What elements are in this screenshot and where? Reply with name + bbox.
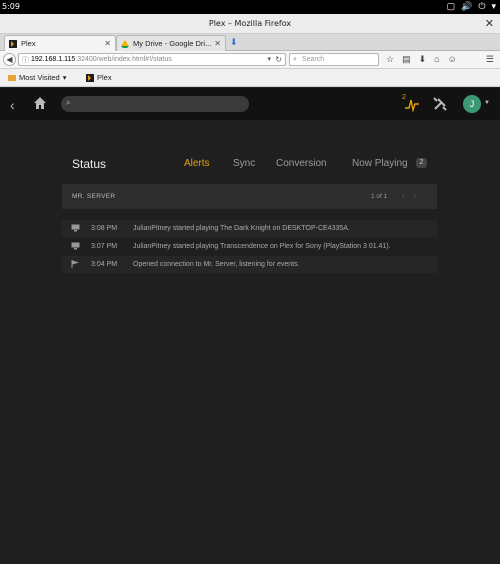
window-close-icon[interactable]: ✕ xyxy=(485,17,494,30)
now-playing-count-badge: 2 xyxy=(416,158,427,168)
avatar[interactable]: J xyxy=(463,95,481,113)
tab-alerts[interactable]: Alerts xyxy=(184,158,210,169)
window-title: Plex – Mozilla Firefox xyxy=(208,19,292,28)
search-icon: ⌕ xyxy=(293,56,297,63)
bookmark-label: Plex xyxy=(97,73,112,82)
alert-time: 3:07 PM xyxy=(91,243,118,250)
chevron-down-icon[interactable]: ▼ xyxy=(484,100,490,106)
folder-icon xyxy=(8,74,16,81)
power-icon[interactable]: ⏻ xyxy=(478,1,485,12)
plex-header: ‹ ⌕ 2 J ▼ xyxy=(0,88,500,120)
reload-icon[interactable]: ↻ xyxy=(275,54,282,65)
tab-close-icon[interactable]: ✕ xyxy=(104,39,111,48)
search-placeholder: Search xyxy=(302,56,325,63)
system-tray: ▢ 🔊 ⏻ ▾ xyxy=(447,1,496,12)
downloads-icon[interactable]: ⬇ xyxy=(419,54,427,65)
alert-time: 3:08 PM xyxy=(91,225,118,232)
info-icon[interactable]: ⓘ xyxy=(22,55,29,65)
url-dropdown-icon[interactable]: ▾ xyxy=(267,54,271,65)
volume-icon[interactable]: 🔊 xyxy=(461,1,472,12)
tab-strip: Plex ✕ My Drive - Google Dri... ✕ ⬇ xyxy=(0,34,500,51)
monitor-icon xyxy=(71,242,80,250)
tab-now-playing[interactable]: Now Playing xyxy=(352,158,408,169)
server-header: MR. SERVER 1 of 1 ‹ › xyxy=(62,184,437,209)
page-title: Status xyxy=(72,157,107,171)
monitor-icon xyxy=(71,224,80,232)
activity-indicator[interactable]: 2 xyxy=(402,94,420,113)
system-clock: 5:09 xyxy=(2,2,20,11)
navigation-bar: ◀ ⓘ 192.168.1.115:32400/web/index.html#!… xyxy=(0,51,500,69)
plex-favicon-icon xyxy=(86,73,94,82)
chevron-down-icon: ▾ xyxy=(62,73,67,82)
google-drive-favicon-icon xyxy=(121,39,129,48)
window-icon[interactable]: ▢ xyxy=(447,1,456,12)
alert-time: 3:04 PM xyxy=(91,261,118,268)
tab-google-drive[interactable]: My Drive - Google Dri... ✕ xyxy=(116,35,226,51)
reading-list-icon[interactable]: ▤ xyxy=(402,54,411,65)
bookmark-star-icon[interactable]: ☆ xyxy=(386,54,394,65)
os-top-bar: 5:09 ▢ 🔊 ⏻ ▾ xyxy=(0,0,500,14)
window-title-bar: Plex – Mozilla Firefox ✕ xyxy=(0,14,500,34)
previous-page-icon[interactable]: ‹ xyxy=(402,190,405,200)
activity-count-badge: 2 xyxy=(402,94,406,101)
server-name: MR. SERVER xyxy=(72,193,116,200)
alert-row: 3:08 PM JulianPitney started playing The… xyxy=(62,220,437,237)
alert-row: 3:04 PM Opened connection to Mr. Server,… xyxy=(62,256,437,273)
alert-row: 3:07 PM JulianPitney started playing Tra… xyxy=(62,238,437,255)
bookmark-most-visited[interactable]: Most Visited ▾ xyxy=(8,73,66,82)
toolbar-icons: ☆ ▤ ⬇ ⌂ ☺ xyxy=(386,54,457,65)
back-arrow-icon[interactable]: ‹ xyxy=(10,97,15,113)
chat-icon[interactable]: ☺ xyxy=(448,54,457,65)
next-page-icon[interactable]: › xyxy=(413,190,416,200)
download-arrow-icon[interactable]: ⬇ xyxy=(230,37,238,48)
plex-favicon-icon xyxy=(9,39,17,48)
bookmarks-bar: Most Visited ▾ Plex xyxy=(0,69,500,87)
home-icon[interactable] xyxy=(33,96,47,110)
alert-message: JulianPitney started playing The Dark Kn… xyxy=(133,225,350,232)
hamburger-menu-icon[interactable]: ☰ xyxy=(486,54,494,65)
back-button[interactable]: ◀ xyxy=(3,53,16,66)
alert-message: Opened connection to Mr. Server, listeni… xyxy=(133,261,300,268)
tab-close-icon[interactable]: ✕ xyxy=(214,39,221,48)
alert-message: JulianPitney started playing Transcenden… xyxy=(133,243,391,250)
pagination-controls: ‹ › xyxy=(402,190,416,200)
search-icon: ⌕ xyxy=(66,98,71,107)
url-host: 192.168.1.115 xyxy=(31,56,76,63)
dropdown-icon[interactable]: ▾ xyxy=(491,1,496,12)
home-icon[interactable]: ⌂ xyxy=(434,54,439,65)
flag-icon xyxy=(71,260,79,268)
tab-label: My Drive - Google Dri... xyxy=(133,39,212,48)
plex-search-input[interactable]: ⌕ xyxy=(61,96,249,112)
pagination-label: 1 of 1 xyxy=(371,193,388,200)
settings-tools-icon[interactable] xyxy=(433,97,447,111)
bookmark-plex[interactable]: Plex xyxy=(86,73,112,82)
search-input[interactable]: ⌕ Search xyxy=(289,53,379,66)
url-bar[interactable]: ⓘ 192.168.1.115:32400/web/index.html#!/s… xyxy=(18,53,286,66)
tab-conversion[interactable]: Conversion xyxy=(276,158,327,169)
tab-label: Plex xyxy=(21,39,36,48)
tab-sync[interactable]: Sync xyxy=(233,158,255,169)
bookmark-label: Most Visited xyxy=(19,73,60,82)
url-path: :32400/web/index.html#!/status xyxy=(75,56,172,63)
tab-plex[interactable]: Plex ✕ xyxy=(4,35,116,51)
